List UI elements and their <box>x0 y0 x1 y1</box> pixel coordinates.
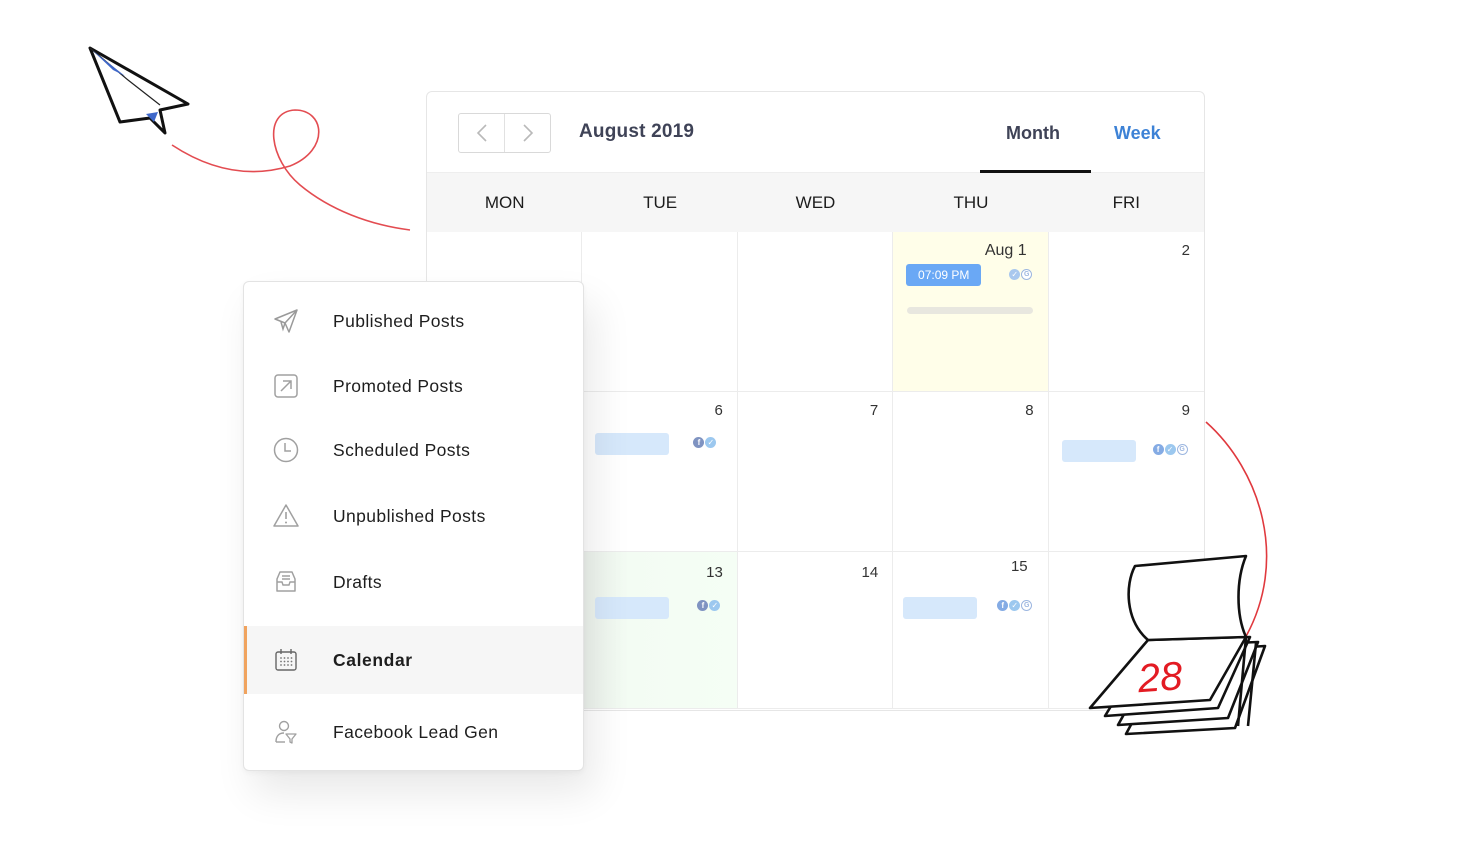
day-cell[interactable] <box>1048 552 1204 708</box>
sidebar-item-label: Promoted Posts <box>333 375 464 396</box>
facebook-icon: f <box>693 437 705 448</box>
sidebar-item-unpublished-posts[interactable]: Unpublished Posts <box>244 483 583 549</box>
day-number: 8 <box>1025 402 1034 419</box>
day-cell[interactable]: 9 f ✓ G <box>1048 392 1204 551</box>
active-tab-indicator <box>980 170 1091 173</box>
twitter-icon: ✓ <box>1164 444 1176 455</box>
sidebar-item-label: Unpublished Posts <box>333 505 486 526</box>
weekday-header: WED <box>795 193 836 212</box>
next-month-button[interactable] <box>504 114 550 152</box>
sidebar-item-label: Facebook Lead Gen <box>333 721 499 742</box>
twitter-icon: ✓ <box>709 600 721 611</box>
weekday-header: MON <box>484 193 525 212</box>
sidebar-item-calendar[interactable]: Calendar <box>244 626 583 694</box>
current-month-title: August 2019 <box>579 121 695 142</box>
scheduled-post-time-chip[interactable]: 07:09 PM <box>906 264 982 286</box>
plane-trail-line <box>171 109 411 231</box>
facebook-icon: f <box>997 600 1009 611</box>
calendar-icon <box>271 645 301 675</box>
paper-plane-drawing <box>88 46 190 135</box>
day-cell[interactable]: 8 <box>893 392 1049 551</box>
user-filter-icon <box>271 717 301 747</box>
day-cell[interactable]: 7 <box>737 392 894 551</box>
day-number: Aug 1 <box>984 242 1027 259</box>
calendar-trail-line <box>1205 421 1268 641</box>
post-network-icons: f ✓ <box>693 437 717 448</box>
sidebar-menu: Published Posts Promoted Posts Scheduled… <box>243 281 584 771</box>
weekday-header-row: MON TUE WED THU FRI <box>427 173 1204 232</box>
sidebar-item-label: Published Posts <box>333 310 465 331</box>
scheduled-post-chip[interactable] <box>903 597 978 619</box>
sidebar-item-label: Calendar <box>333 649 413 670</box>
scheduled-post-chip[interactable] <box>595 433 670 455</box>
day-cell[interactable]: 6 f ✓ <box>582 392 738 551</box>
chevron-left-icon <box>476 124 487 142</box>
post-network-icons: f ✓ <box>697 600 721 611</box>
calendar-header: August 2019 Month Week <box>427 92 1204 173</box>
clock-icon <box>271 435 301 465</box>
day-cell-today[interactable]: Aug 1 07:09 PM ✓ G <box>893 232 1049 391</box>
sidebar-item-published-posts[interactable]: Published Posts <box>244 288 583 354</box>
twitter-icon: ✓ <box>1009 269 1021 280</box>
twitter-icon: ✓ <box>1009 600 1021 611</box>
post-network-icons: ✓ G <box>1009 269 1033 280</box>
day-number: 13 <box>706 564 723 581</box>
day-number: 7 <box>869 402 879 419</box>
day-number: 14 <box>861 564 879 581</box>
day-cell[interactable] <box>737 232 894 391</box>
inbox-tray-icon <box>271 567 301 597</box>
day-cell-highlighted[interactable]: 13 f ✓ <box>582 552 738 708</box>
post-network-icons: f ✓ G <box>1152 444 1188 455</box>
sidebar-item-scheduled-posts[interactable]: Scheduled Posts <box>244 417 583 483</box>
day-cell[interactable]: 15 f ✓ G <box>893 552 1049 708</box>
weekday-header: TUE <box>643 193 678 212</box>
sidebar-item-label: Drafts <box>333 571 383 592</box>
arrow-up-right-box-icon <box>271 371 301 401</box>
facebook-icon: f <box>1152 444 1164 455</box>
sidebar-item-facebook-lead-gen[interactable]: Facebook Lead Gen <box>244 699 583 765</box>
day-cell[interactable]: 2 <box>1048 232 1204 391</box>
facebook-icon: f <box>697 600 709 611</box>
day-cell[interactable] <box>582 232 738 391</box>
paper-plane-icon <box>271 306 301 336</box>
day-number: 15 <box>1010 558 1028 575</box>
sidebar-item-promoted-posts[interactable]: Promoted Posts <box>244 353 583 419</box>
weekday-header: THU <box>953 193 989 212</box>
day-cell[interactable]: 14 <box>737 552 894 708</box>
google-icon: G <box>1176 444 1188 455</box>
month-navigation <box>458 113 551 153</box>
post-content-placeholder <box>907 307 1034 314</box>
google-icon: G <box>1021 600 1033 611</box>
google-icon: G <box>1021 269 1033 280</box>
chevron-right-icon <box>522 124 533 142</box>
post-network-icons: f ✓ G <box>997 600 1033 611</box>
day-number: 6 <box>714 402 723 419</box>
tab-week[interactable]: Week <box>1114 123 1161 144</box>
warning-triangle-icon <box>271 501 301 531</box>
day-number: 9 <box>1181 402 1191 419</box>
scheduled-post-chip[interactable] <box>1061 440 1136 462</box>
scheduled-post-chip[interactable] <box>595 597 670 619</box>
previous-month-button[interactable] <box>459 114 504 152</box>
sidebar-item-label: Scheduled Posts <box>333 439 471 460</box>
day-number: 2 <box>1181 242 1191 259</box>
weekday-header: FRI <box>1112 193 1141 212</box>
sidebar-item-drafts[interactable]: Drafts <box>244 549 583 615</box>
tab-month[interactable]: Month <box>1006 123 1060 144</box>
twitter-icon: ✓ <box>705 437 717 448</box>
